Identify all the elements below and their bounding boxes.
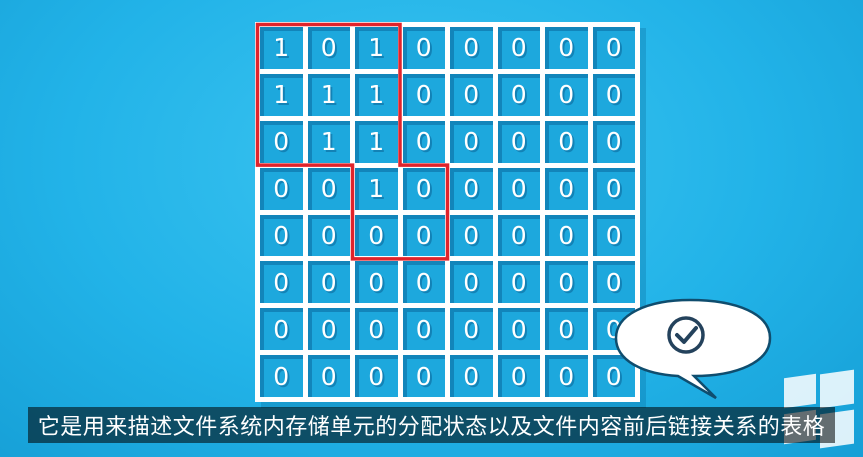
bit-cell: 0 (592, 73, 635, 116)
bit-cell: 1 (355, 27, 398, 69)
bit-cell: 0 (545, 27, 588, 69)
bit-cell: 0 (450, 27, 493, 69)
bit-cell: 0 (260, 355, 303, 397)
speech-bubble (612, 296, 782, 406)
bit-cell: 0 (307, 167, 350, 210)
bit-cell: 0 (450, 261, 493, 304)
bit-cell: 0 (497, 308, 540, 351)
bit-cell: 0 (355, 214, 398, 257)
bit-cell: 0 (402, 73, 445, 116)
bit-cell: 0 (260, 261, 303, 304)
bit-cell: 0 (260, 214, 303, 257)
bit-cell: 0 (592, 167, 635, 210)
bit-cell: 0 (450, 308, 493, 351)
bit-cell: 0 (545, 308, 588, 351)
bit-cell: 0 (592, 120, 635, 163)
bit-cell: 0 (497, 73, 540, 116)
bit-cell: 0 (307, 308, 350, 351)
bit-cell: 1 (260, 27, 303, 69)
bit-cell: 0 (592, 27, 635, 69)
bit-cell: 1 (355, 73, 398, 116)
bit-cell: 0 (355, 261, 398, 304)
bit-cell: 0 (545, 214, 588, 257)
subtitle-text: 它是用来描述文件系统内存储单元的分配状态以及文件内容前后链接关系的表格 (27, 407, 836, 443)
bit-cell: 0 (307, 27, 350, 69)
bit-cell: 0 (402, 261, 445, 304)
bit-cell: 0 (307, 261, 350, 304)
bit-cell: 0 (545, 261, 588, 304)
bit-cell: 0 (402, 308, 445, 351)
bit-cell: 0 (260, 120, 303, 163)
bit-cell: 0 (497, 261, 540, 304)
bit-cell: 0 (260, 167, 303, 210)
bit-cell: 0 (497, 355, 540, 397)
bit-cell: 1 (260, 73, 303, 116)
bit-cell: 0 (545, 120, 588, 163)
bit-cell: 0 (497, 120, 540, 163)
bit-cell: 0 (307, 214, 350, 257)
bit-cell: 0 (450, 355, 493, 397)
bit-cell: 0 (497, 214, 540, 257)
bit-cell: 1 (355, 120, 398, 163)
bit-cell: 0 (260, 308, 303, 351)
bit-cell: 0 (355, 355, 398, 397)
bit-cell: 0 (545, 355, 588, 397)
bit-cell: 1 (355, 167, 398, 210)
bit-cell: 0 (545, 73, 588, 116)
bit-cell: 0 (402, 167, 445, 210)
bit-cell: 0 (450, 214, 493, 257)
bitmap-grid: 1010000011100000011000000010000000000000… (255, 22, 640, 402)
bit-cell: 0 (307, 355, 350, 397)
bit-cell: 0 (497, 27, 540, 69)
bit-cell: 0 (450, 120, 493, 163)
bit-cell: 0 (402, 355, 445, 397)
bit-cell: 0 (402, 27, 445, 69)
bit-cell: 0 (450, 167, 493, 210)
subtitle-bar: 它是用来描述文件系统内存储单元的分配状态以及文件内容前后链接关系的表格 (0, 405, 863, 445)
bit-cell: 0 (402, 214, 445, 257)
bit-cell: 0 (450, 73, 493, 116)
bit-cell: 0 (497, 167, 540, 210)
bit-cell: 0 (592, 214, 635, 257)
bit-cell: 1 (307, 73, 350, 116)
bit-cell: 0 (545, 167, 588, 210)
bit-cell: 0 (355, 308, 398, 351)
speech-bubble-shape (614, 298, 772, 400)
bit-cell: 0 (402, 120, 445, 163)
bit-cell: 1 (307, 120, 350, 163)
